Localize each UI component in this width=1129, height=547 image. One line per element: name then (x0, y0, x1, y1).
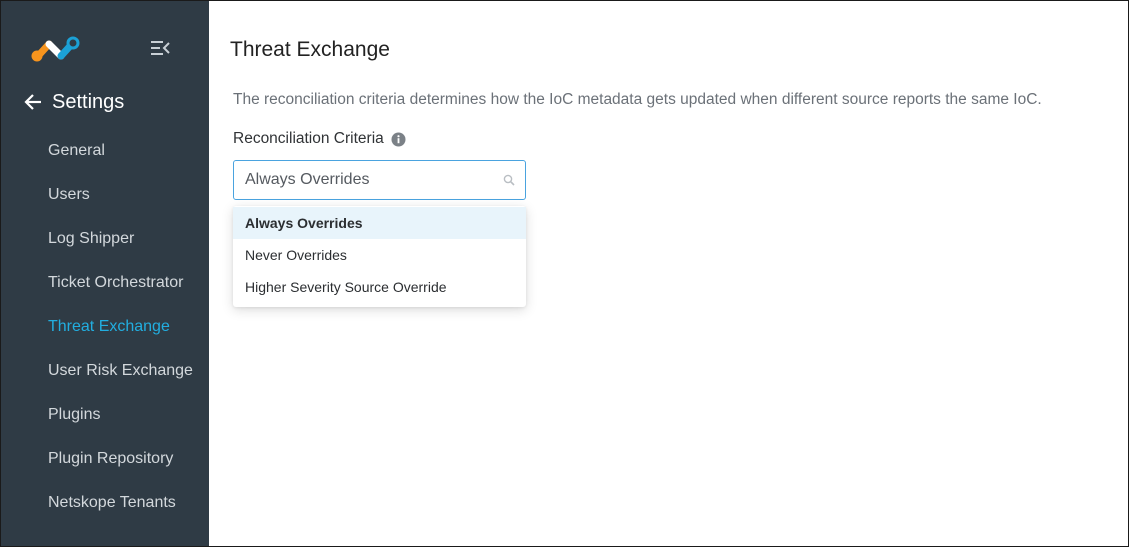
sidebar-item-plugin-repository[interactable]: Plugin Repository (1, 437, 209, 481)
field-label-row: Reconciliation Criteria (233, 130, 406, 148)
app-window: Settings General Users Log Shipper Ticke… (0, 0, 1129, 547)
sidebar-item-user-risk-exchange[interactable]: User Risk Exchange (1, 349, 209, 393)
sidebar-item-log-shipper[interactable]: Log Shipper (1, 217, 209, 261)
option-never-overrides[interactable]: Never Overrides (233, 239, 526, 271)
sidebar: Settings General Users Log Shipper Ticke… (1, 1, 209, 546)
page-title: Threat Exchange (230, 38, 390, 61)
info-icon[interactable] (391, 132, 406, 147)
option-higher-severity-source-override[interactable]: Higher Severity Source Override (233, 271, 526, 303)
settings-nav: General Users Log Shipper Ticket Orchest… (1, 129, 209, 525)
arrow-left-icon[interactable] (23, 92, 43, 112)
page-description: The reconciliation criteria determines h… (233, 91, 1042, 108)
sidebar-item-general[interactable]: General (1, 129, 209, 173)
reconciliation-criteria-dropdown: Always Overrides Never Overrides Higher … (233, 206, 526, 307)
main-content: Threat Exchange The reconciliation crite… (209, 1, 1128, 546)
sidebar-title: Settings (52, 91, 125, 113)
netskope-logo-icon[interactable] (29, 34, 83, 64)
settings-back-link[interactable]: Settings (23, 89, 124, 115)
sidebar-item-plugins[interactable]: Plugins (1, 393, 209, 437)
sidebar-item-users[interactable]: Users (1, 173, 209, 217)
sidebar-item-ticket-orchestrator[interactable]: Ticket Orchestrator (1, 261, 209, 305)
menu-collapse-icon[interactable] (149, 38, 171, 58)
sidebar-item-netskope-tenants[interactable]: Netskope Tenants (1, 481, 209, 525)
reconciliation-criteria-select[interactable]: Always Overrides (233, 160, 526, 200)
reconciliation-criteria-label: Reconciliation Criteria (233, 130, 384, 147)
search-icon (503, 174, 515, 186)
sidebar-item-threat-exchange[interactable]: Threat Exchange (1, 305, 209, 349)
select-value: Always Overrides (245, 171, 370, 188)
option-always-overrides[interactable]: Always Overrides (233, 207, 526, 239)
